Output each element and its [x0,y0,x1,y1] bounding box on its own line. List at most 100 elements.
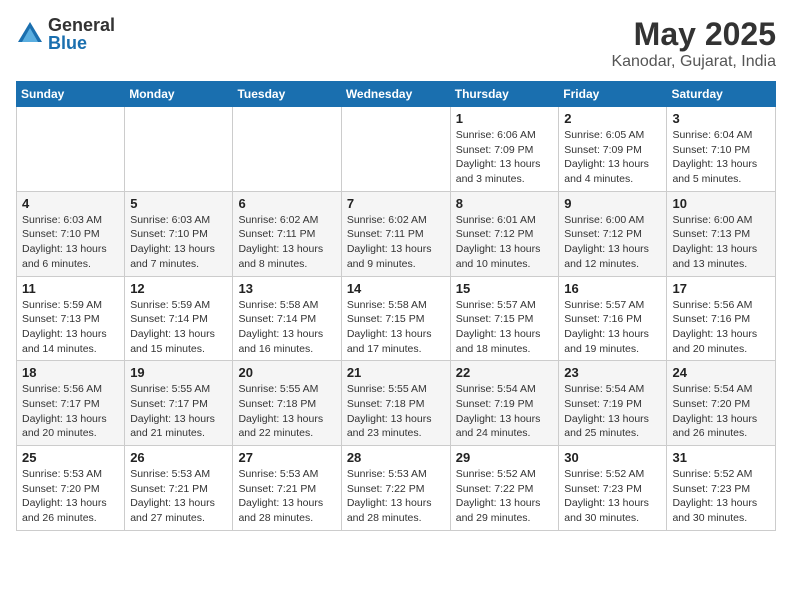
day-info: Sunrise: 5:55 AM Sunset: 7:17 PM Dayligh… [130,382,227,441]
day-number: 24 [672,365,770,380]
calendar-cell: 28Sunrise: 5:53 AM Sunset: 7:22 PM Dayli… [341,446,450,531]
day-number: 6 [238,196,335,211]
day-info: Sunrise: 5:57 AM Sunset: 7:15 PM Dayligh… [456,298,554,357]
day-number: 5 [130,196,227,211]
day-number: 12 [130,281,227,296]
calendar-cell: 15 Sunrise: 5:57 AM Sunset: 7:15 PM Dayli… [450,276,559,361]
calendar-cell: 26 Sunrise: 5:53 AM Sunset: 7:21 PM Dayli… [125,446,233,531]
calendar-cell [125,107,233,192]
logo-icon [16,20,44,48]
calendar-cell [341,107,450,192]
day-number: 26 [130,450,227,465]
day-info: Sunrise: 5:56 AM Sunset: 7:17 PM Dayligh… [22,382,119,441]
day-number: 8 [456,196,554,211]
calendar-cell: 24 Sunrise: 5:54 AM Sunset: 7:20 PM Dayli… [667,361,776,446]
day-number: 9 [564,196,661,211]
day-info: Sunrise: 6:03 AM Sunset: 7:10 PM Dayligh… [130,213,227,272]
day-number: 14 [347,281,445,296]
calendar-table: SundayMondayTuesdayWednesdayThursdayFrid… [16,81,776,531]
title-block: May 2025 Kanodar, Gujarat, India [611,16,776,71]
calendar-cell: 1Sunrise: 6:06 AM Sunset: 7:09 PM Daylig… [450,107,559,192]
day-info: Sunrise: 5:59 AM Sunset: 7:13 PM Dayligh… [22,298,119,357]
day-number: 20 [238,365,335,380]
day-info: Sunrise: 6:02 AM Sunset: 7:11 PM Dayligh… [238,213,335,272]
calendar-week-row: 25Sunrise: 5:53 AM Sunset: 7:20 PM Dayli… [17,446,776,531]
day-info: Sunrise: 5:52 AM Sunset: 7:23 PM Dayligh… [564,467,661,526]
day-number: 3 [672,111,770,126]
day-info: Sunrise: 6:02 AM Sunset: 7:11 PM Dayligh… [347,213,445,272]
day-info: Sunrise: 6:04 AM Sunset: 7:10 PM Dayligh… [672,128,770,187]
calendar-cell [17,107,125,192]
logo-blue-text: Blue [48,34,115,52]
location: Kanodar, Gujarat, India [611,53,776,71]
weekday-header-thursday: Thursday [450,82,559,107]
day-info: Sunrise: 6:00 AM Sunset: 7:12 PM Dayligh… [564,213,661,272]
day-number: 31 [672,450,770,465]
calendar-cell: 11 Sunrise: 5:59 AM Sunset: 7:13 PM Dayli… [17,276,125,361]
day-number: 2 [564,111,661,126]
day-info: Sunrise: 5:54 AM Sunset: 7:20 PM Dayligh… [672,382,770,441]
calendar-cell: 4 Sunrise: 6:03 AM Sunset: 7:10 PM Daylig… [17,191,125,276]
calendar-week-row: 4 Sunrise: 6:03 AM Sunset: 7:10 PM Daylig… [17,191,776,276]
day-info: Sunrise: 5:57 AM Sunset: 7:16 PM Dayligh… [564,298,661,357]
weekday-header-friday: Friday [559,82,667,107]
calendar-cell: 9 Sunrise: 6:00 AM Sunset: 7:12 PM Daylig… [559,191,667,276]
weekday-header-saturday: Saturday [667,82,776,107]
day-info: Sunrise: 5:55 AM Sunset: 7:18 PM Dayligh… [238,382,335,441]
day-number: 29 [456,450,554,465]
day-info: Sunrise: 6:00 AM Sunset: 7:13 PM Dayligh… [672,213,770,272]
calendar-cell: 12 Sunrise: 5:59 AM Sunset: 7:14 PM Dayli… [125,276,233,361]
day-number: 1 [456,111,554,126]
calendar-week-row: 1Sunrise: 6:06 AM Sunset: 7:09 PM Daylig… [17,107,776,192]
day-number: 11 [22,281,119,296]
day-info: Sunrise: 5:54 AM Sunset: 7:19 PM Dayligh… [564,382,661,441]
day-number: 7 [347,196,445,211]
weekday-header-tuesday: Tuesday [233,82,341,107]
page-header: General Blue May 2025 Kanodar, Gujarat, … [16,16,776,71]
calendar-cell: 14Sunrise: 5:58 AM Sunset: 7:15 PM Dayli… [341,276,450,361]
day-number: 23 [564,365,661,380]
calendar-cell: 6 Sunrise: 6:02 AM Sunset: 7:11 PM Daylig… [233,191,341,276]
calendar-cell: 16 Sunrise: 5:57 AM Sunset: 7:16 PM Dayli… [559,276,667,361]
day-number: 15 [456,281,554,296]
day-number: 13 [238,281,335,296]
weekday-header-wednesday: Wednesday [341,82,450,107]
day-info: Sunrise: 5:52 AM Sunset: 7:23 PM Dayligh… [672,467,770,526]
weekday-header-row: SundayMondayTuesdayWednesdayThursdayFrid… [17,82,776,107]
day-number: 27 [238,450,335,465]
calendar-cell: 19Sunrise: 5:55 AM Sunset: 7:17 PM Dayli… [125,361,233,446]
day-number: 21 [347,365,445,380]
calendar-week-row: 18Sunrise: 5:56 AM Sunset: 7:17 PM Dayli… [17,361,776,446]
calendar-week-row: 11 Sunrise: 5:59 AM Sunset: 7:13 PM Dayli… [17,276,776,361]
calendar-cell: 27 Sunrise: 5:53 AM Sunset: 7:21 PM Dayli… [233,446,341,531]
day-number: 4 [22,196,119,211]
day-info: Sunrise: 5:59 AM Sunset: 7:14 PM Dayligh… [130,298,227,357]
day-info: Sunrise: 6:05 AM Sunset: 7:09 PM Dayligh… [564,128,661,187]
day-info: Sunrise: 5:53 AM Sunset: 7:20 PM Dayligh… [22,467,119,526]
day-info: Sunrise: 6:01 AM Sunset: 7:12 PM Dayligh… [456,213,554,272]
calendar-cell: 21Sunrise: 5:55 AM Sunset: 7:18 PM Dayli… [341,361,450,446]
calendar-cell: 18Sunrise: 5:56 AM Sunset: 7:17 PM Dayli… [17,361,125,446]
weekday-header-sunday: Sunday [17,82,125,107]
calendar-cell: 13 Sunrise: 5:58 AM Sunset: 7:14 PM Dayli… [233,276,341,361]
calendar-cell: 5 Sunrise: 6:03 AM Sunset: 7:10 PM Daylig… [125,191,233,276]
calendar-cell: 3 Sunrise: 6:04 AM Sunset: 7:10 PM Daylig… [667,107,776,192]
calendar-cell: 25Sunrise: 5:53 AM Sunset: 7:20 PM Dayli… [17,446,125,531]
month-title: May 2025 [611,16,776,53]
calendar-cell: 29 Sunrise: 5:52 AM Sunset: 7:22 PM Dayli… [450,446,559,531]
day-info: Sunrise: 5:53 AM Sunset: 7:21 PM Dayligh… [130,467,227,526]
logo-general-text: General [48,16,115,34]
day-number: 16 [564,281,661,296]
day-info: Sunrise: 6:03 AM Sunset: 7:10 PM Dayligh… [22,213,119,272]
day-info: Sunrise: 5:53 AM Sunset: 7:21 PM Dayligh… [238,467,335,526]
calendar-cell: 10Sunrise: 6:00 AM Sunset: 7:13 PM Dayli… [667,191,776,276]
calendar-cell: 8 Sunrise: 6:01 AM Sunset: 7:12 PM Daylig… [450,191,559,276]
day-info: Sunrise: 5:52 AM Sunset: 7:22 PM Dayligh… [456,467,554,526]
day-info: Sunrise: 5:54 AM Sunset: 7:19 PM Dayligh… [456,382,554,441]
calendar-cell: 22 Sunrise: 5:54 AM Sunset: 7:19 PM Dayli… [450,361,559,446]
day-number: 22 [456,365,554,380]
day-number: 17 [672,281,770,296]
calendar-cell: 31 Sunrise: 5:52 AM Sunset: 7:23 PM Dayli… [667,446,776,531]
calendar-cell [233,107,341,192]
day-info: Sunrise: 5:58 AM Sunset: 7:14 PM Dayligh… [238,298,335,357]
